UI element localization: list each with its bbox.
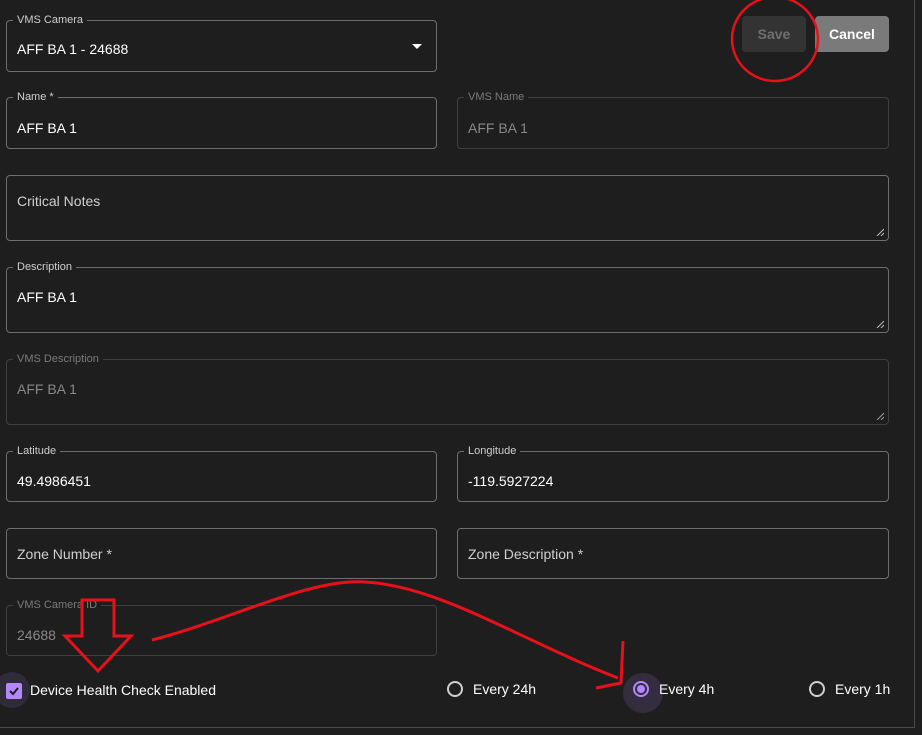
radio-focus-halo — [623, 673, 663, 713]
vms-camera-id-field: VMS Camera ID 24688 — [6, 599, 437, 656]
radio-1h-label: Every 1h — [835, 681, 891, 697]
longitude-label: Longitude — [464, 445, 521, 458]
description-textarea[interactable]: Description AFF BA 1 — [6, 261, 889, 333]
zone-description-field[interactable]: Zone Description * — [457, 528, 889, 579]
longitude-value: -119.5927224 — [468, 473, 554, 489]
longitude-field[interactable]: Longitude -119.5927224 — [457, 445, 889, 502]
radio-every-4h[interactable]: Every 4h — [623, 673, 715, 713]
vms-camera-id-label: VMS Camera ID — [13, 599, 102, 612]
save-button[interactable]: Save — [742, 16, 806, 52]
description-value: AFF BA 1 — [17, 289, 77, 305]
radio-24h-label: Every 24h — [473, 681, 537, 697]
radio-4h-label: Every 4h — [659, 681, 715, 697]
dropdown-arrow-icon[interactable] — [412, 44, 422, 49]
description-label: Description — [13, 261, 77, 274]
vms-camera-value: AFF BA 1 - 24688 — [17, 41, 129, 57]
vms-name-field: VMS Name AFF BA 1 — [457, 91, 889, 149]
radio-4h-circle[interactable] — [623, 673, 663, 713]
name-label: Name * — [13, 91, 58, 104]
latitude-value: 49.4986451 — [17, 473, 91, 489]
latitude-label: Latitude — [13, 445, 61, 458]
radio-1h-circle[interactable] — [809, 681, 825, 697]
radio-every-1h[interactable]: Every 1h — [809, 679, 890, 699]
vms-camera-label: VMS Camera — [13, 14, 88, 27]
latitude-field[interactable]: Latitude 49.4986451 — [6, 445, 437, 502]
name-value: AFF BA 1 — [17, 120, 77, 136]
vms-camera-id-value: 24688 — [17, 627, 56, 643]
radio-24h-circle[interactable] — [447, 681, 463, 697]
health-check-checkbox[interactable] — [6, 683, 22, 699]
panel-bottom-border — [0, 727, 915, 728]
critical-notes-textarea[interactable]: Critical Notes — [6, 175, 889, 241]
vms-description-label: VMS Description — [13, 353, 103, 366]
resize-grip-icon[interactable] — [876, 320, 884, 328]
vms-name-label: VMS Name — [464, 91, 529, 104]
checkmark-icon — [9, 687, 19, 696]
zone-number-placeholder: Zone Number * — [17, 546, 112, 562]
health-check-label: Device Health Check Enabled — [30, 682, 216, 698]
critical-notes-placeholder: Critical Notes — [17, 193, 101, 209]
vms-description-textarea: VMS Description AFF BA 1 — [6, 353, 889, 425]
vms-camera-select[interactable]: VMS Camera AFF BA 1 - 24688 — [6, 14, 437, 72]
zone-description-placeholder: Zone Description * — [468, 546, 584, 562]
radio-every-24h[interactable]: Every 24h — [447, 679, 536, 699]
name-field[interactable]: Name * AFF BA 1 — [6, 91, 437, 149]
vms-description-value: AFF BA 1 — [17, 381, 77, 397]
curved-arrow-head-icon — [595, 640, 625, 690]
resize-grip-icon — [876, 412, 884, 420]
radio-selected-dot — [637, 685, 645, 693]
resize-grip-icon[interactable] — [876, 228, 884, 236]
cancel-button[interactable]: Cancel — [815, 16, 889, 52]
zone-number-field[interactable]: Zone Number * — [6, 528, 437, 579]
panel-right-border — [914, 0, 915, 727]
vms-name-value: AFF BA 1 — [468, 120, 528, 136]
